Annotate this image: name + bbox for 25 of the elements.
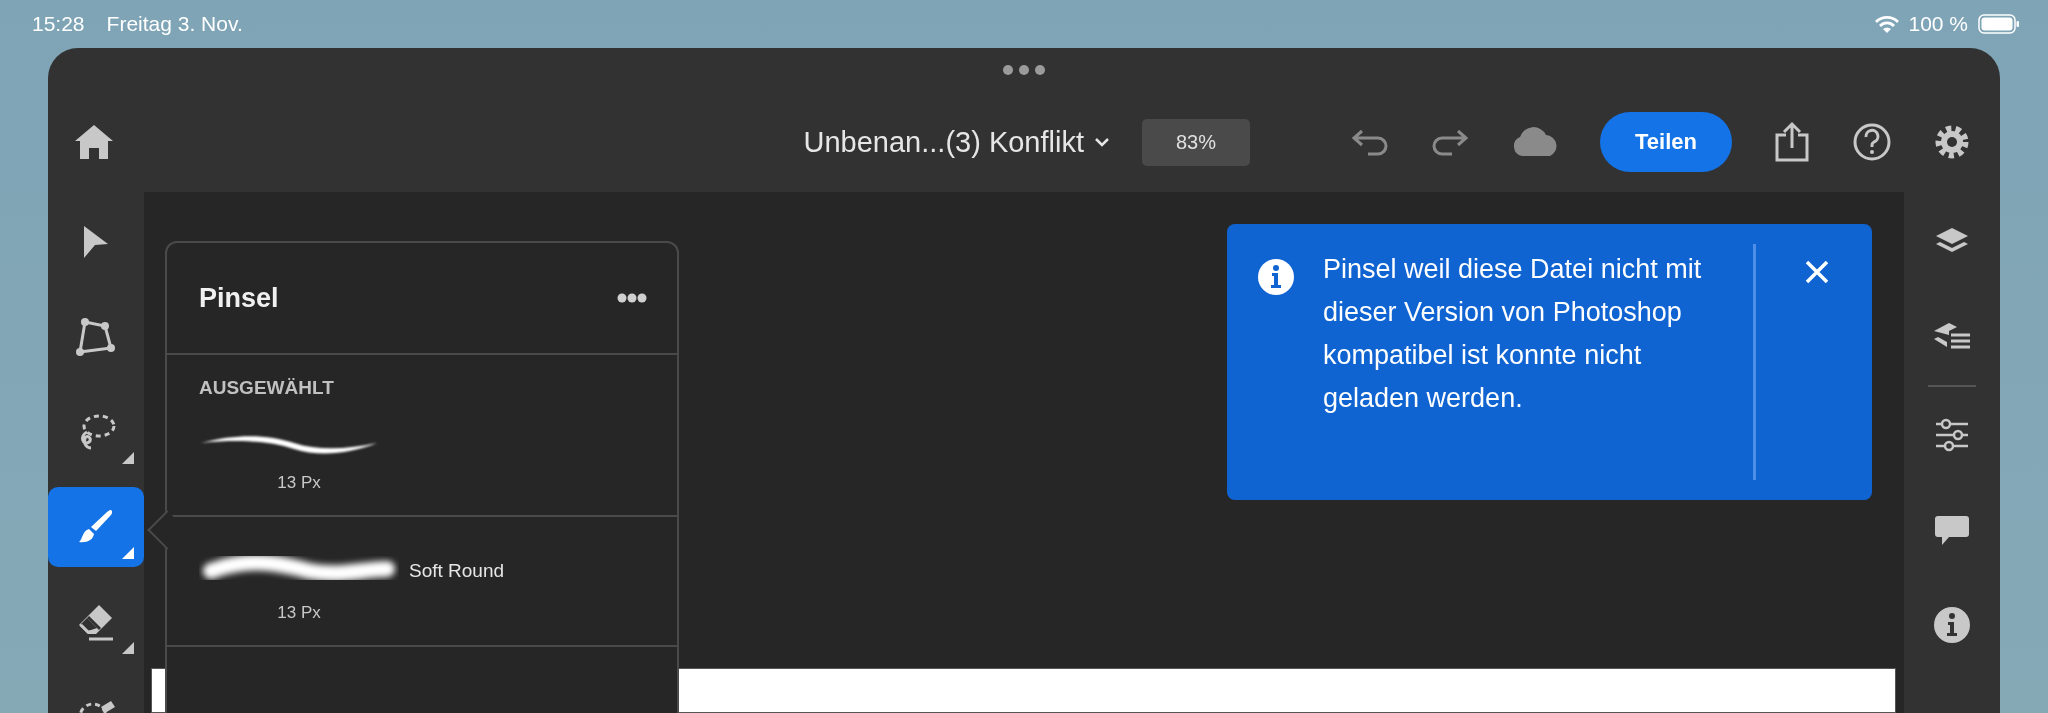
brush-size: 13 Px <box>276 603 322 623</box>
status-date: Freitag 3. Nov. <box>106 12 243 36</box>
info-icon[interactable] <box>1932 605 1972 645</box>
info-icon <box>1257 258 1295 296</box>
tool-button[interactable] <box>48 487 144 567</box>
status-time: 15:28 <box>32 12 85 36</box>
close-icon <box>1804 258 1830 285</box>
redo-icon[interactable] <box>1430 127 1470 157</box>
section-heading: AUSGEWÄHLT <box>199 377 335 399</box>
panel-title: Pinsel <box>199 282 279 314</box>
drag-handle-icon[interactable] <box>1002 64 1046 76</box>
brush-size: 13 Px <box>276 473 322 493</box>
more-options-icon[interactable] <box>617 293 647 303</box>
battery-icon <box>1978 14 2020 34</box>
notification-message: Pinsel weil diese Datei nicht mit dieser Version von Photoshop kompatibel ist konnte nicht geladen werden. <box>1323 253 1703 415</box>
wifi-icon <box>1874 14 1901 34</box>
document-title-dropdown[interactable]: Unbenan...(3) Konflikt <box>803 125 1110 159</box>
zoom-level[interactable]: 83% <box>1142 118 1250 166</box>
undo-icon[interactable] <box>1350 127 1390 157</box>
battery-percentage: 100 % <box>1908 12 1968 36</box>
chevron-down-icon <box>1094 136 1110 148</box>
brush-name[interactable]: Soft Round <box>409 560 677 582</box>
help-icon[interactable] <box>1852 122 1892 162</box>
share-button[interactable]: Teilen <box>1600 112 1732 172</box>
transform-icon <box>75 316 117 358</box>
